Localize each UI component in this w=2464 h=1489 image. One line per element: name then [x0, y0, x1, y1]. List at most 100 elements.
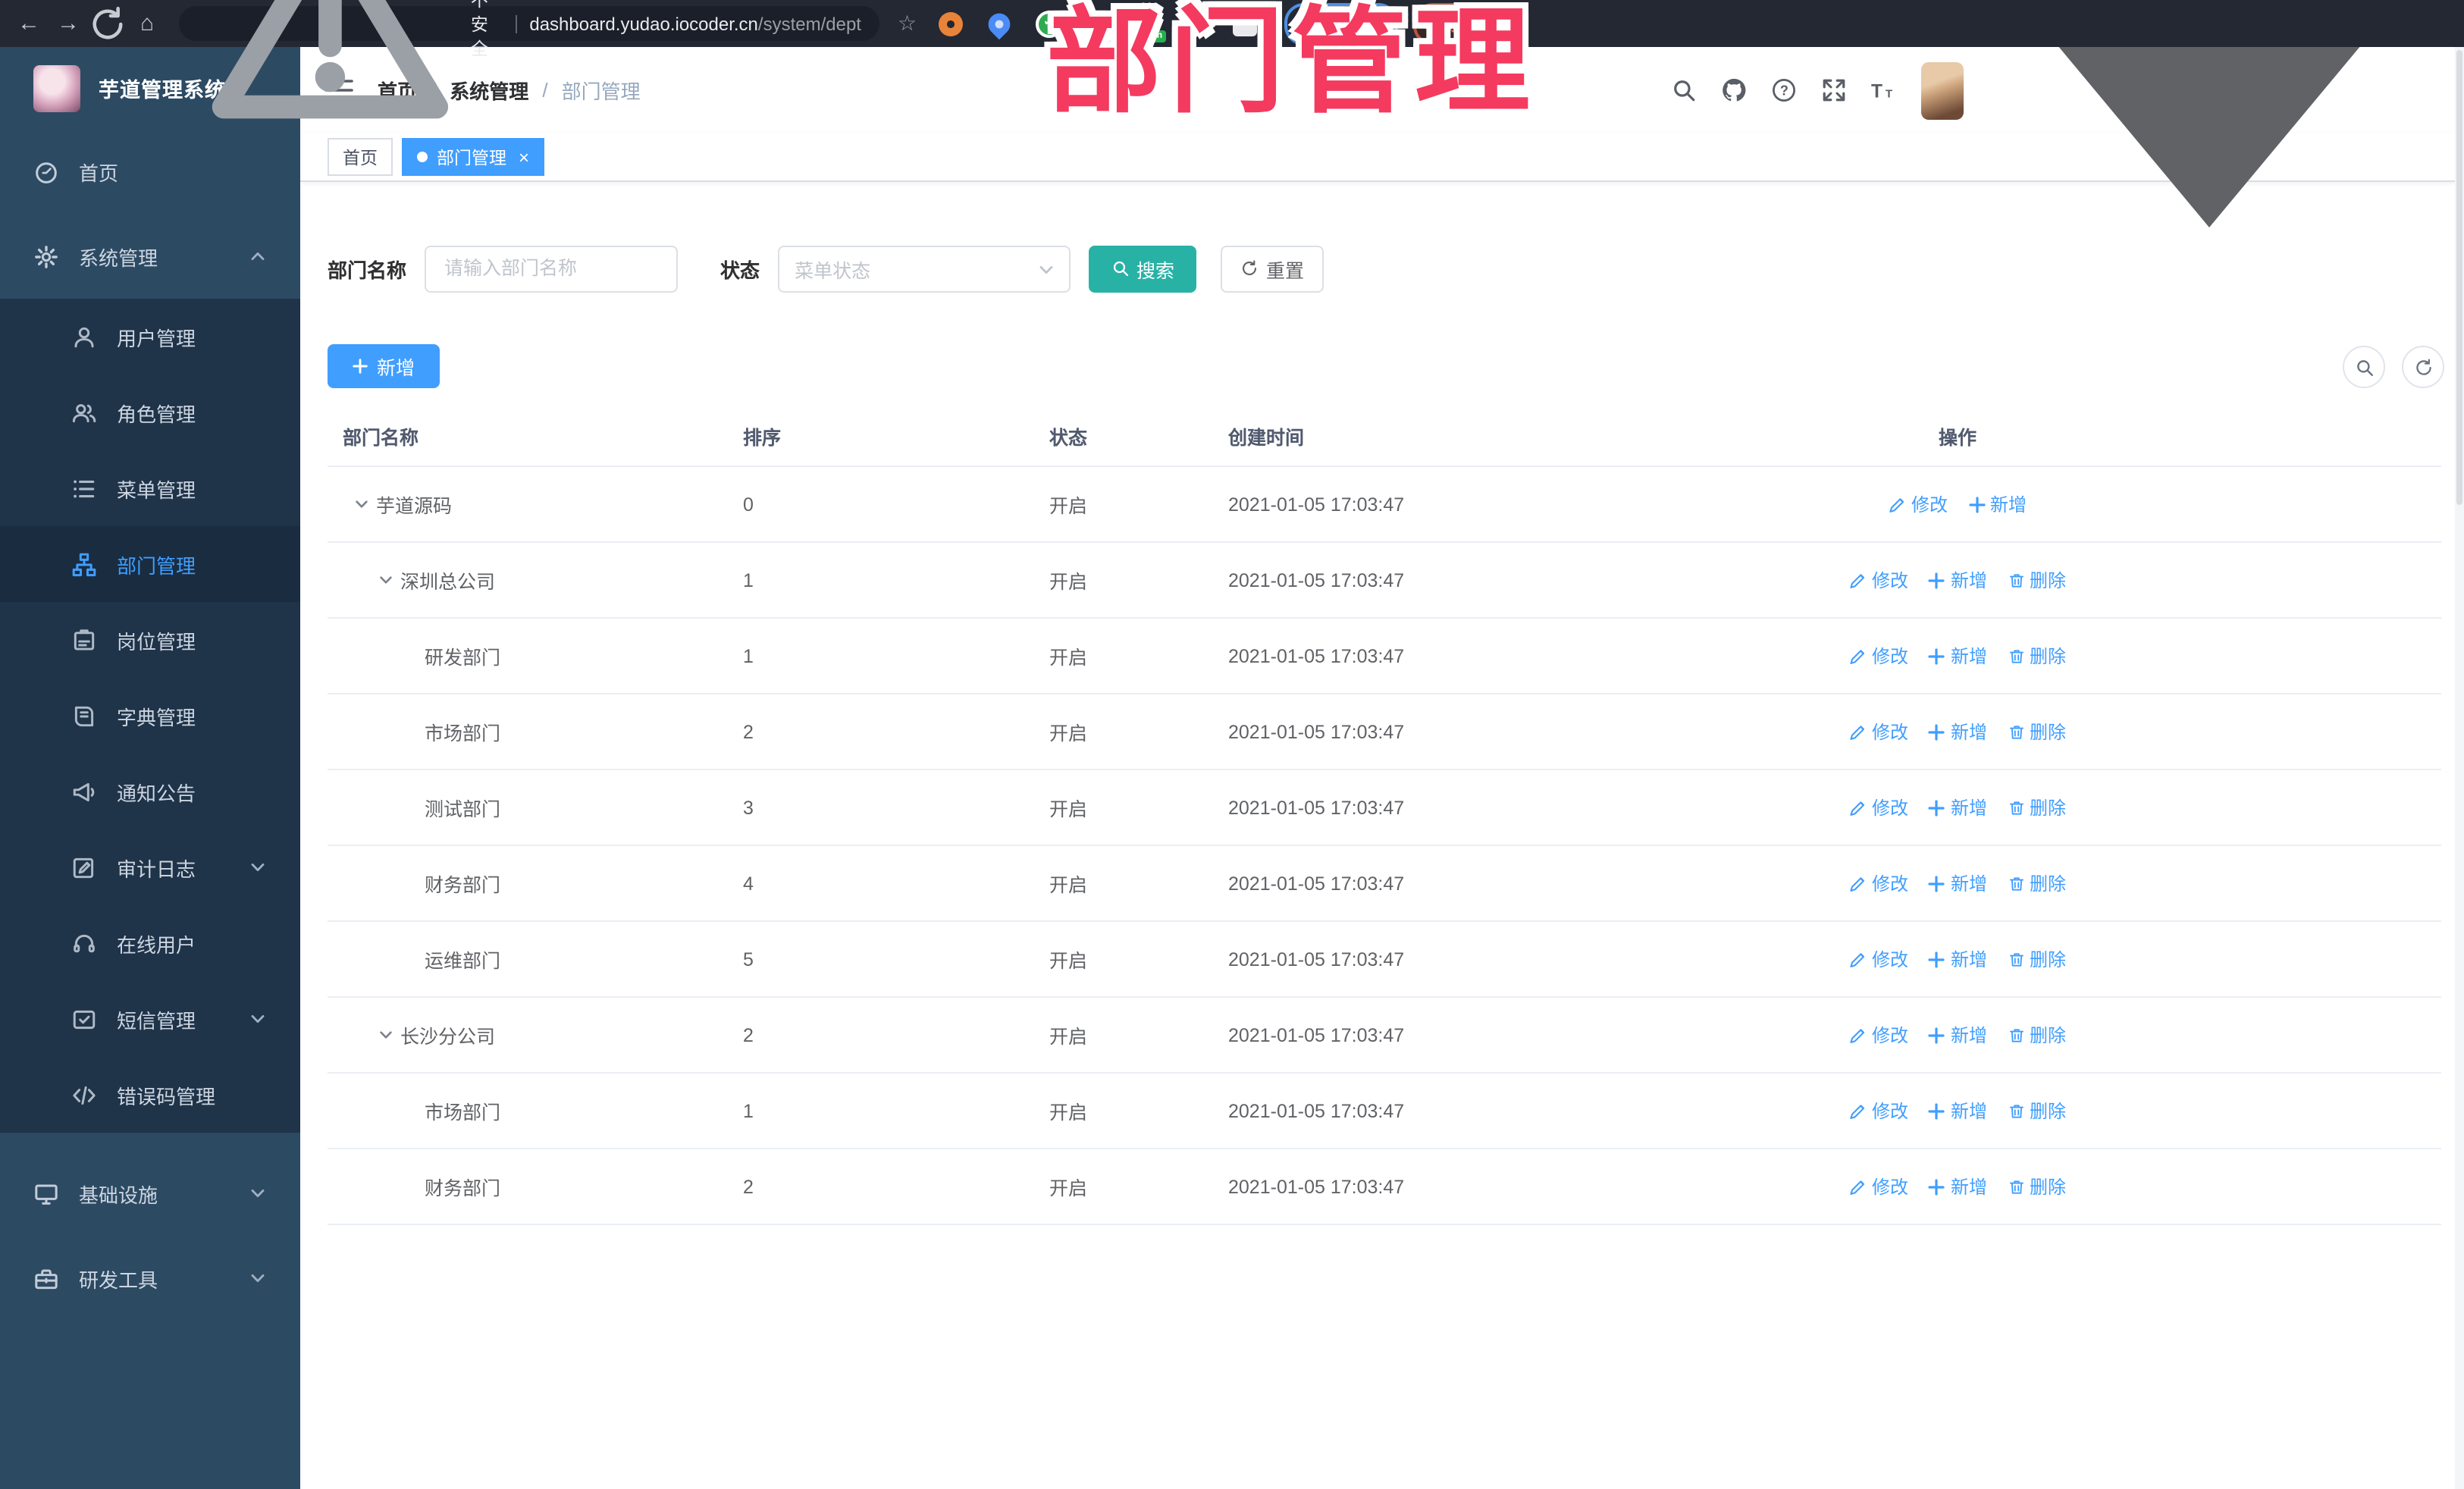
puzzle-extension-icon[interactable]	[1232, 7, 1257, 36]
sort-cell: 1	[743, 569, 754, 591]
code-icon	[71, 1082, 97, 1108]
add-action-link[interactable]: 新增	[1928, 567, 1987, 593]
sidebar-item-online-users[interactable]: 在线用户	[0, 905, 300, 981]
created-time-cell: 2021-01-05 17:03:47	[1228, 721, 1405, 742]
address-bar[interactable]: 不安全 dashboard.yudao.iocoder.cn/system/de…	[179, 0, 879, 119]
edit-action-link[interactable]: 修改	[1849, 1174, 1908, 1199]
delete-action-link[interactable]: 删除	[2007, 795, 2066, 820]
pin-extension-icon[interactable]	[983, 8, 1014, 39]
url-path: /system/dept	[757, 13, 861, 34]
add-action-link[interactable]: 新增	[1928, 1022, 1987, 1048]
sidebar-item-audit-log[interactable]: 审计日志	[0, 829, 300, 905]
key-extension-icon[interactable]	[1183, 11, 1208, 36]
delete-action-link[interactable]: 删除	[2007, 1022, 2066, 1048]
toggle-search-button[interactable]	[2343, 346, 2385, 388]
browser-menu-icon[interactable]: ⋮	[1478, 11, 1498, 36]
sidebar-item-infrastructure[interactable]: 基础设施	[0, 1151, 300, 1236]
dept-name-input[interactable]	[425, 245, 679, 292]
edit-action-link[interactable]: 修改	[1849, 1098, 1908, 1124]
sidebar-item-system-management[interactable]: 系统管理	[0, 214, 300, 299]
sidebar-item-post-management[interactable]: 岗位管理	[0, 602, 300, 678]
page-scrollbar[interactable]	[2455, 47, 2464, 1489]
gear-extension-icon[interactable]	[938, 11, 963, 36]
plus-icon	[1928, 647, 1946, 665]
pencil-icon	[1849, 647, 1867, 665]
help-icon[interactable]: ?	[1771, 77, 1797, 103]
sidebar-item-user-management[interactable]: 用户管理	[0, 299, 300, 375]
edit-action-link[interactable]: 修改	[1849, 567, 1908, 593]
delete-action-link[interactable]: 删除	[2007, 719, 2066, 744]
sidebar-item-dict-management[interactable]: 字典管理	[0, 678, 300, 754]
database-extension-icon[interactable]: on	[1135, 11, 1166, 42]
add-action-link[interactable]: 新增	[1928, 1174, 1987, 1199]
add-action-link[interactable]: 新增	[1928, 795, 1987, 820]
user-avatar[interactable]	[1921, 61, 1964, 119]
chevron-down-icon	[249, 1269, 267, 1287]
github-icon[interactable]	[1721, 77, 1747, 103]
table-row: 财务部门 4 开启 2021-01-05 17:03:47 修改 新增 删除	[328, 846, 2441, 922]
users-icon	[71, 400, 97, 425]
back-icon[interactable]: ←	[9, 11, 49, 36]
sidebar-item-dept-management[interactable]: 部门管理	[0, 526, 300, 602]
sidebar-item-sms-management[interactable]: 短信管理	[0, 981, 300, 1057]
home-icon[interactable]: ⌂	[127, 11, 167, 36]
toolbox-icon	[33, 1265, 59, 1291]
status-label: 状态	[720, 259, 760, 281]
sort-cell: 2	[743, 1176, 754, 1197]
delete-action-link[interactable]: 删除	[2007, 870, 2066, 896]
badge-icon	[71, 627, 97, 653]
reload-icon[interactable]	[88, 4, 127, 43]
squares-extension-icon[interactable]	[1086, 11, 1111, 36]
check-extension-icon[interactable]	[1035, 10, 1063, 37]
reset-button[interactable]: 重置	[1221, 245, 1324, 292]
delete-action-link[interactable]: 删除	[2007, 643, 2066, 669]
forward-icon[interactable]: →	[49, 11, 88, 36]
main-content: 首页 / 系统管理 / 部门管理 ? TT 首页 部门管理 × 部门名称 请输入…	[300, 0, 2464, 1489]
add-action-link[interactable]: 新增	[1928, 719, 1987, 744]
status-select[interactable]: 菜单状态	[778, 245, 1071, 292]
edit-action-link[interactable]: 修改	[1889, 491, 1948, 517]
bookmark-star-icon[interactable]: ☆	[898, 11, 917, 36]
pencil-icon	[1849, 798, 1867, 817]
add-action-link[interactable]: 新增	[1967, 491, 2027, 517]
edit-action-link[interactable]: 修改	[1849, 870, 1908, 896]
edit-action-link[interactable]: 修改	[1849, 1022, 1908, 1048]
trash-icon	[2007, 571, 2025, 589]
sidebar-item-notice[interactable]: 通知公告	[0, 754, 300, 829]
expand-arrow-icon[interactable]	[378, 571, 400, 589]
add-button[interactable]: 新增	[328, 344, 440, 388]
edit-action-link[interactable]: 修改	[1849, 719, 1908, 744]
created-time-cell: 2021-01-05 17:03:47	[1228, 873, 1405, 894]
expand-arrow-icon[interactable]	[378, 1026, 400, 1044]
add-action-link[interactable]: 新增	[1928, 643, 1987, 669]
org-tree-icon	[71, 551, 97, 577]
delete-action-link[interactable]: 删除	[2007, 1174, 2066, 1199]
add-action-link[interactable]: 新增	[1928, 870, 1987, 896]
close-icon[interactable]: ×	[519, 148, 529, 166]
sidebar-item-menu-management[interactable]: 菜单管理	[0, 450, 300, 526]
browser-update-button[interactable]: 更新 ⋮	[1413, 2, 1511, 45]
status-cell: 开启	[1049, 875, 1088, 896]
edit-action-link[interactable]: 修改	[1849, 795, 1908, 820]
browser-profile-chip[interactable]: 已暂停	[1284, 2, 1399, 45]
breadcrumb-current: 部门管理	[561, 80, 641, 103]
fullscreen-icon[interactable]	[1821, 77, 1847, 103]
edit-action-link[interactable]: 修改	[1849, 643, 1908, 669]
delete-action-link[interactable]: 删除	[2007, 1098, 2066, 1124]
edit-action-link[interactable]: 修改	[1849, 946, 1908, 972]
refresh-table-button[interactable]	[2402, 346, 2444, 388]
table-toolbar: 新增	[300, 344, 2464, 390]
sidebar-item-dev-tools[interactable]: 研发工具	[0, 1236, 300, 1321]
sidebar-item-role-management[interactable]: 角色管理	[0, 375, 300, 450]
delete-action-link[interactable]: 删除	[2007, 946, 2066, 972]
expand-arrow-icon[interactable]	[353, 495, 376, 513]
search-icon[interactable]	[1671, 77, 1697, 103]
app-logo-image	[33, 64, 80, 111]
add-action-link[interactable]: 新增	[1928, 1098, 1987, 1124]
search-button[interactable]: 搜索	[1089, 245, 1197, 292]
sidebar-item-error-code-management[interactable]: 错误码管理	[0, 1057, 300, 1133]
add-action-link[interactable]: 新增	[1928, 946, 1987, 972]
delete-action-link[interactable]: 删除	[2007, 567, 2066, 593]
font-size-icon[interactable]: TT	[1871, 77, 1897, 103]
plus-icon	[1928, 874, 1946, 892]
